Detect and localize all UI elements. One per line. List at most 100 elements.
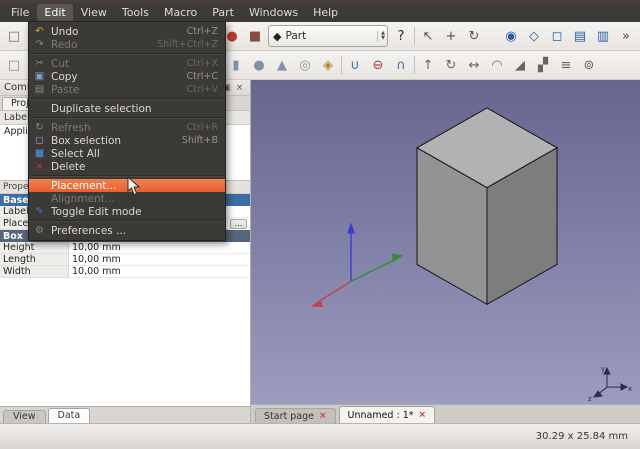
close-panel-icon[interactable]: × — [233, 83, 246, 93]
front-view-icon[interactable]: ◻ — [547, 26, 567, 46]
menu-item-label: Duplicate selection — [51, 103, 213, 115]
part-cone-icon[interactable]: ▲ — [272, 55, 292, 75]
property-row-height: Height 10,00 mm — [0, 242, 250, 254]
menubar-help[interactable]: Help — [306, 4, 345, 21]
refresh-icon: ↻ — [33, 122, 46, 133]
menu-item-select-all[interactable]: ■ Select All — [29, 147, 225, 160]
part-primitives-icon[interactable]: ◈ — [318, 55, 338, 75]
viewport-dimensions-readout: 30.29 x 25.84 mm — [536, 431, 628, 442]
document-tab-label: Start page — [264, 411, 314, 422]
menu-item-label: Placement... — [51, 180, 213, 192]
axis-label-x: x — [628, 385, 632, 393]
combo-spinner[interactable]: ▲ ▼ — [377, 31, 385, 41]
property-value[interactable]: 10,00 mm — [69, 242, 250, 254]
menubar-macro[interactable]: Macro — [157, 4, 204, 21]
delete-icon: × — [33, 161, 46, 172]
copy-icon: ▣ — [33, 71, 46, 82]
boolean-intersection-icon[interactable]: ∩ — [391, 55, 411, 75]
menu-item-label: Cut — [51, 58, 182, 70]
menu-item-placement[interactable]: Placement... — [29, 179, 225, 192]
menu-item-label: Box selection — [51, 135, 177, 147]
menu-item-delete[interactable]: × Delete — [29, 160, 225, 173]
part-torus-icon[interactable]: ◎ — [295, 55, 315, 75]
section-icon[interactable]: ▞ — [533, 55, 553, 75]
menubar-part[interactable]: Part — [205, 4, 241, 21]
document-icon[interactable]: □ — [4, 55, 24, 75]
zoom-fit-icon[interactable]: ◉ — [501, 26, 521, 46]
menu-item-label: Preferences ... — [51, 225, 213, 237]
tab-view[interactable]: View — [3, 410, 46, 423]
close-tab-icon[interactable]: × — [319, 411, 327, 421]
extrude-icon[interactable]: ↑ — [418, 55, 438, 75]
view-data-tabs: ViewData — [0, 406, 250, 423]
close-tab-icon[interactable]: × — [419, 410, 427, 420]
select-arrow-icon[interactable]: ↖ — [418, 26, 438, 46]
menu-item-label: Select All — [51, 148, 213, 160]
menu-item-refresh: ↻ Refresh Ctrl+R — [29, 121, 225, 134]
origin-axis-cross — [311, 223, 403, 308]
rotate-view-icon[interactable]: ↻ — [464, 26, 484, 46]
revolve-icon[interactable]: ↻ — [441, 55, 461, 75]
menu-item-shortcut: Ctrl+V — [187, 84, 218, 95]
menu-item-label: Alignment... — [51, 193, 213, 205]
menubar-file[interactable]: File — [4, 4, 36, 21]
pan-view-icon[interactable]: + — [441, 26, 461, 46]
redo-icon: ↷ — [33, 39, 46, 50]
menubar-windows[interactable]: Windows — [242, 4, 305, 21]
toolbar-view-group: ◉◇◻▤▥» — [501, 26, 636, 46]
cube-model — [417, 108, 557, 304]
menubar-tools[interactable]: Tools — [115, 4, 156, 21]
axis-label-z: z — [588, 395, 592, 403]
separator — [414, 56, 415, 74]
property-value[interactable]: 10,00 mm — [69, 254, 250, 266]
boolean-cut-icon[interactable]: ⊖ — [368, 55, 388, 75]
axonometric-view-icon[interactable]: ◇ — [524, 26, 544, 46]
document-area: y x z Start page × Unnamed : 1* × — [251, 80, 640, 423]
axis-x-line — [319, 281, 351, 301]
document-tab-bar: Start page × Unnamed : 1* × — [251, 404, 640, 423]
menu-item-copy[interactable]: ▣ Copy Ctrl+C — [29, 70, 225, 83]
toolbar-overflow-icon[interactable]: » — [616, 26, 636, 46]
viewport[interactable]: y x z — [251, 80, 640, 404]
offset-icon[interactable]: ⊚ — [579, 55, 599, 75]
menubar-edit[interactable]: Edit — [37, 4, 72, 21]
property-row-length: Length 10,00 mm — [0, 254, 250, 266]
tab-unnamed-document[interactable]: Unnamed : 1* × — [339, 406, 436, 423]
menu-item-duplicate-selection[interactable]: Duplicate selection — [29, 102, 225, 115]
part-sphere-icon[interactable]: ● — [249, 55, 269, 75]
3d-view-canvas[interactable]: y x z — [251, 80, 640, 404]
new-document-icon[interactable]: □ — [4, 26, 24, 46]
workbench-selector[interactable]: ◆ Part ▲ ▼ — [268, 25, 388, 47]
property-name: Height — [0, 242, 69, 254]
boolean-union-icon[interactable]: ∪ — [345, 55, 365, 75]
mirror-icon[interactable]: ↔ — [464, 55, 484, 75]
whats-this-icon[interactable]: ? — [391, 26, 411, 46]
menu-item-undo[interactable]: ↶ Undo Ctrl+Z — [29, 25, 225, 38]
menu-item-label: Delete — [51, 161, 213, 173]
menu-item-box-selection[interactable]: ◻ Box selection Shift+B — [29, 134, 225, 147]
menu-item-redo: ↷ Redo Shift+Ctrl+Z — [29, 38, 225, 51]
part-cylinder-icon[interactable]: ▮ — [226, 55, 246, 75]
tab-data[interactable]: Data — [48, 408, 91, 423]
spin-down-icon[interactable]: ▼ — [381, 36, 385, 41]
menubar-view[interactable]: View — [74, 4, 114, 21]
menu-item-toggle-edit-mode[interactable]: ✎ Toggle Edit mode — [29, 205, 225, 218]
right-view-icon[interactable]: ▥ — [593, 26, 613, 46]
axis-y-arrow — [392, 253, 403, 262]
axis-z-arrow — [347, 223, 355, 234]
workbench-selected-value: Part — [285, 30, 373, 42]
menu-separator — [30, 175, 224, 177]
fillet-icon[interactable]: ◠ — [487, 55, 507, 75]
toolbar-help-group: ? ↖+↻ — [391, 26, 484, 46]
stop-macro-icon[interactable]: ■ — [245, 26, 265, 46]
property-value[interactable]: 10,00 mm — [69, 266, 250, 278]
chamfer-icon[interactable]: ◢ — [510, 55, 530, 75]
cross-sections-icon[interactable]: ≡ — [556, 55, 576, 75]
menu-item-preferences[interactable]: ⚙ Preferences ... — [29, 224, 225, 237]
property-edit-button[interactable]: ... — [230, 219, 247, 229]
menu-item-alignment: Alignment... — [29, 192, 225, 205]
menu-item-shortcut: Shift+Ctrl+Z — [157, 39, 218, 50]
tab-start-page[interactable]: Start page × — [255, 408, 336, 423]
top-view-icon[interactable]: ▤ — [570, 26, 590, 46]
menu-separator — [30, 98, 224, 100]
